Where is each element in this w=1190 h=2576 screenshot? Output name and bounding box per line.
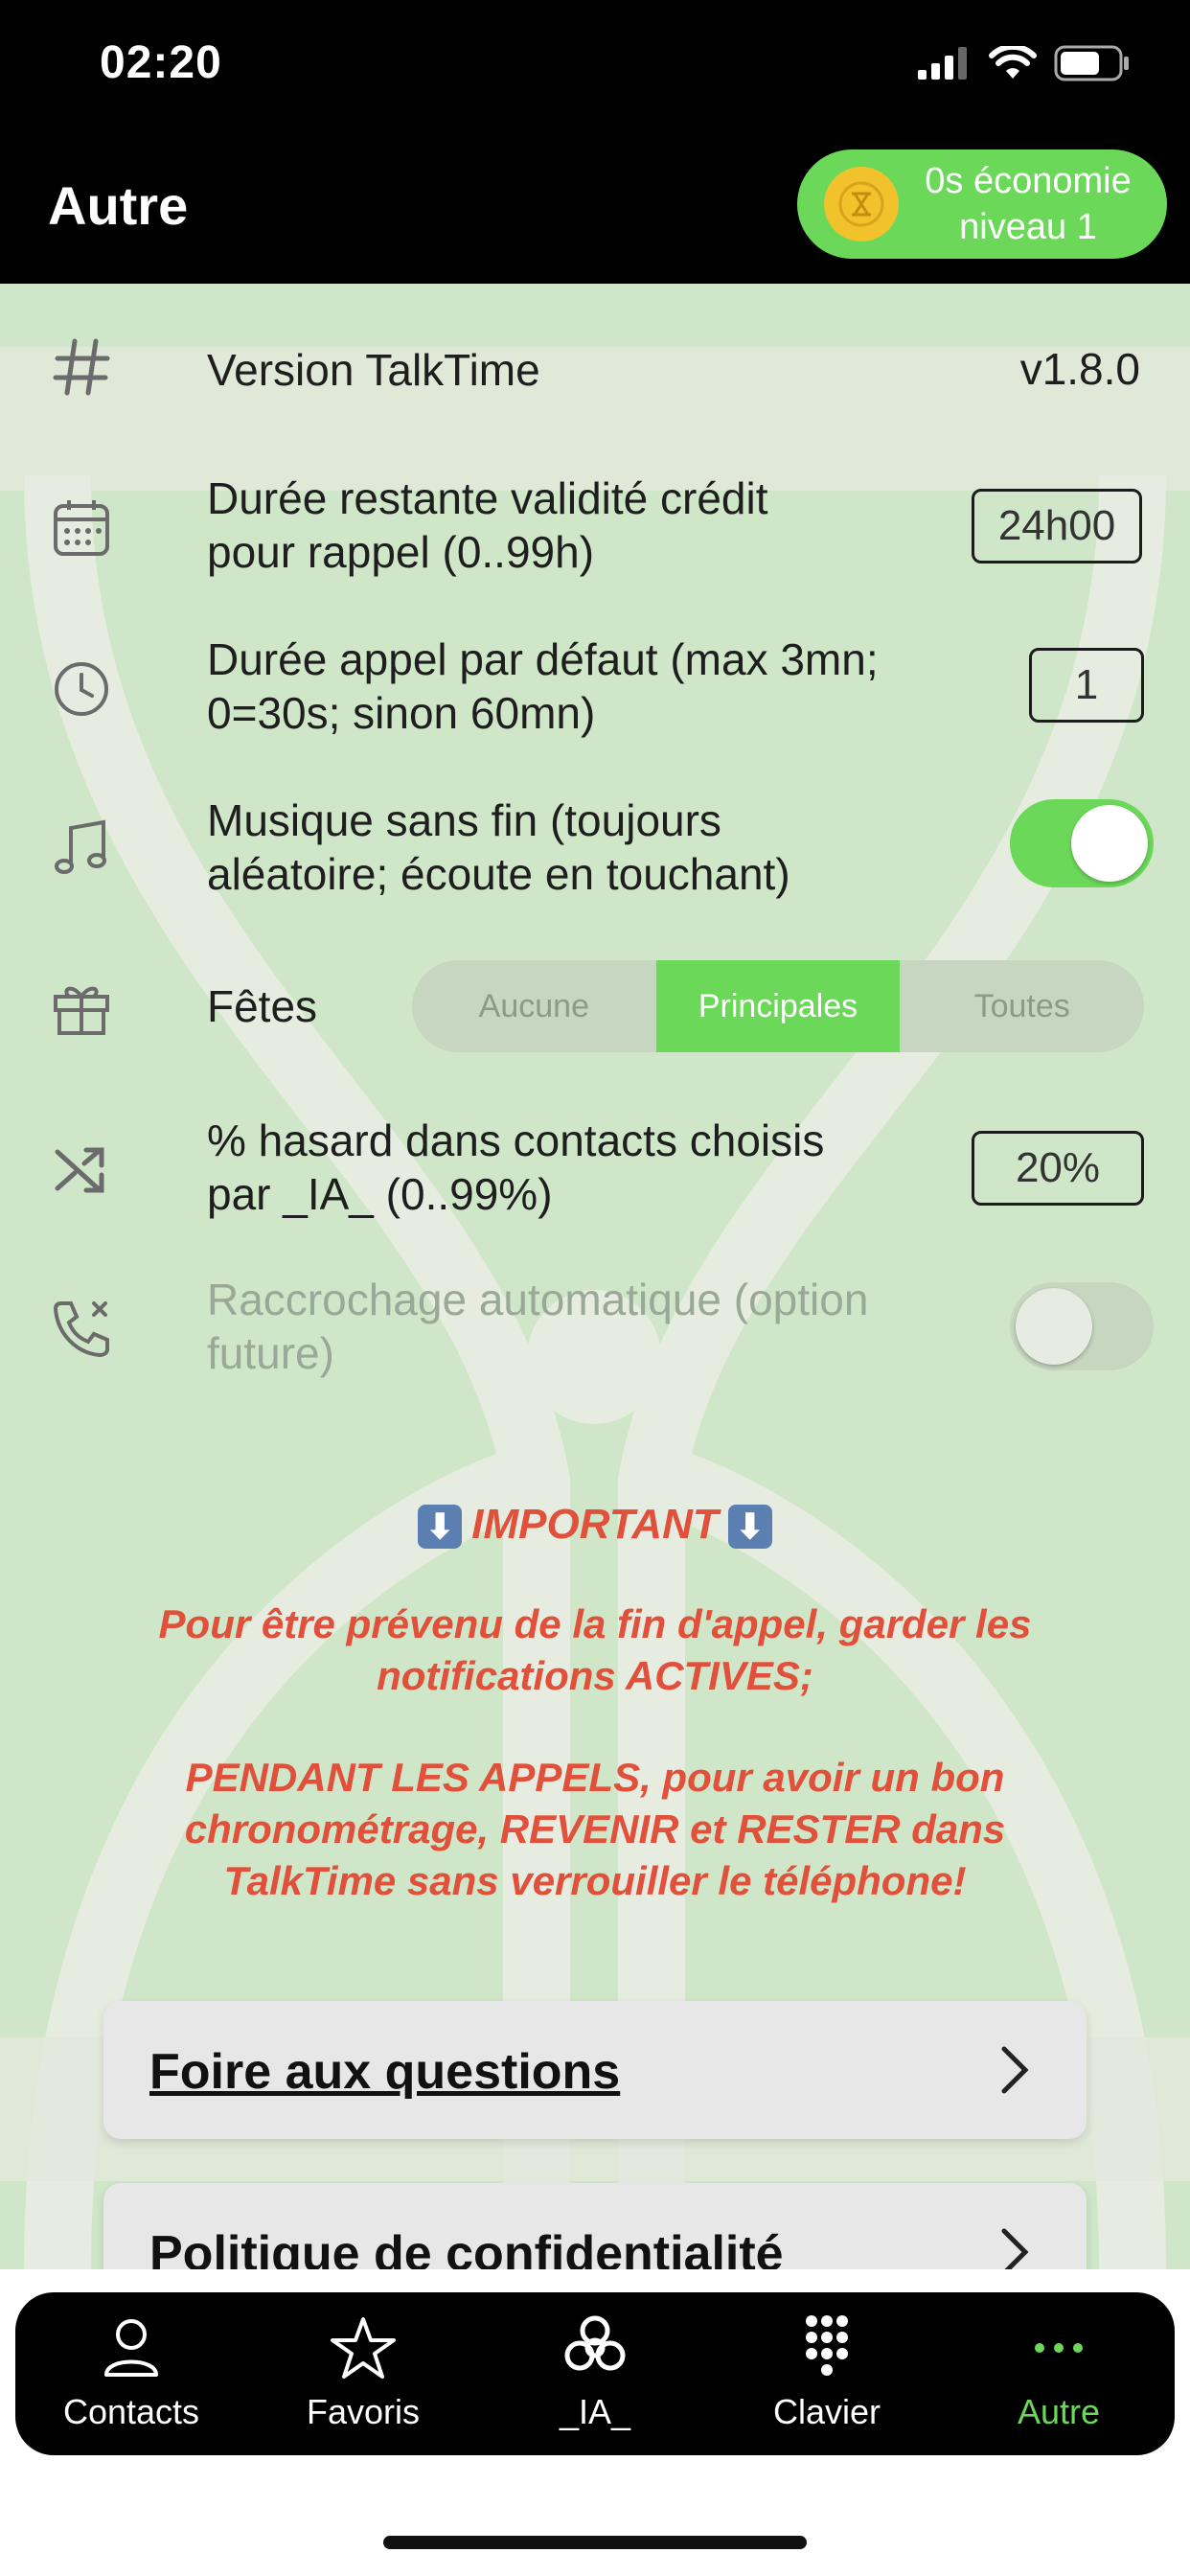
tab-keypad[interactable]: Clavier [711, 2292, 943, 2455]
holidays-option-all[interactable]: Toutes [900, 960, 1144, 1052]
status-time: 02:20 [100, 37, 222, 88]
keypad-icon [806, 2315, 848, 2376]
tab-more[interactable]: Autre [943, 2292, 1175, 2455]
tab-favorites[interactable]: Favoris [247, 2292, 479, 2455]
music-label: Musique sans fin (toujours aléatoire; éc… [207, 794, 790, 901]
setting-call-duration: Durée appel par défaut (max 3mn; 0=30s; … [0, 627, 1190, 751]
tab-label: Clavier [772, 2392, 881, 2431]
version-value: v1.8.0 [1019, 344, 1140, 394]
important-title-text: IMPORTANT [471, 1501, 719, 1548]
economy-text: 0s économie niveau 1 [899, 158, 1167, 250]
page-title: Autre [48, 175, 189, 236]
phone-x-icon [53, 1301, 109, 1358]
setting-holidays: Fêtes Aucune Principales Toutes [0, 960, 1190, 1052]
coin-icon [824, 167, 899, 242]
header: Autre 0s économie niveau 1 [0, 134, 1190, 284]
economy-line1: 0s économie [925, 161, 1132, 201]
credit-label-line2: pour rappel (0..99h) [207, 527, 595, 577]
music-note-icon [55, 819, 106, 874]
settings-content[interactable]: Version TalkTime v1.8.0 Durée restante v… [0, 284, 1190, 2269]
important-p1-line1: Pour être prévenu de la fin d'appel, gar… [158, 1601, 1032, 1647]
privacy-link[interactable]: Politique de confidentialité [103, 2183, 1087, 2269]
setting-random: % hasard dans contacts choisis par _IA_ … [0, 1106, 1190, 1230]
more-icon [1035, 2343, 1083, 2353]
tab-label: Autre [1017, 2392, 1101, 2431]
important-p2-line3: TalkTime sans verrouiller le téléphone! [223, 1858, 967, 1904]
credit-label: Durée restante validité crédit pour rapp… [207, 472, 768, 579]
tab-contacts[interactable]: Contacts [15, 2292, 247, 2455]
tab-label: Favoris [306, 2392, 421, 2431]
holidays-option-main[interactable]: Principales [655, 960, 901, 1052]
holidays-segmented-control[interactable]: Aucune Principales Toutes [412, 960, 1144, 1052]
toggle-knob [1071, 805, 1148, 882]
gift-icon [54, 986, 109, 1035]
signal-icon [918, 47, 967, 80]
important-notice: ⬇ IMPORTANT ⬇ Pour être prévenu de la fin … [86, 1501, 1104, 1907]
random-percent-input[interactable]: 20% [972, 1131, 1144, 1206]
setting-version: Version TalkTime v1.8.0 [0, 322, 1190, 418]
calendar-icon [54, 500, 109, 556]
credit-hours-input[interactable]: 24h00 [972, 489, 1142, 564]
auto-hangup-line2: future) [207, 1328, 334, 1378]
important-paragraph-2: PENDANT LES APPELS, pour avoir un bon ch… [86, 1752, 1104, 1907]
important-p2-line2: chronométrage, REVENIR et RESTER dans [184, 1806, 1006, 1852]
person-icon [104, 2319, 158, 2377]
important-paragraph-1: Pour être prévenu de la fin d'appel, gar… [86, 1598, 1104, 1702]
version-label: Version TalkTime [207, 345, 540, 395]
star-icon [331, 2317, 396, 2379]
call-duration-input[interactable]: 1 [1029, 648, 1144, 723]
status-icons [918, 44, 1131, 82]
call-duration-line1: Durée appel par défaut (max 3mn; [207, 634, 879, 684]
important-title: ⬇ IMPORTANT ⬇ [86, 1501, 1104, 1550]
holidays-label: Fêtes [207, 981, 318, 1031]
ai-knot-icon [564, 2315, 626, 2371]
hash-icon [53, 338, 110, 396]
tab-label: _IA_ [559, 2392, 631, 2431]
chevron-right-icon [1001, 2046, 1029, 2094]
setting-credit-validity: Durée restante validité crédit pour rapp… [0, 466, 1190, 590]
random-label: % hasard dans contacts choisis par _IA_ … [207, 1114, 824, 1221]
battery-icon [1054, 45, 1129, 81]
home-indicator[interactable] [383, 2536, 807, 2549]
auto-hangup-toggle[interactable] [1010, 1282, 1154, 1370]
tab-ia[interactable]: _IA_ [479, 2292, 711, 2455]
faq-link[interactable]: Foire aux questions [103, 2001, 1087, 2139]
call-duration-line2: 0=30s; sinon 60mn) [207, 688, 596, 738]
privacy-label: Politique de confidentialité [149, 2226, 784, 2269]
setting-music: Musique sans fin (toujours aléatoire; éc… [0, 786, 1190, 910]
clock-icon [55, 662, 108, 716]
music-label-line1: Musique sans fin (toujours [207, 795, 721, 845]
status-bar: 02:20 [0, 0, 1190, 134]
auto-hangup-label: Raccrochage automatique (option future) [207, 1273, 868, 1380]
music-label-line2: aléatoire; écoute en touchant) [207, 849, 790, 899]
holidays-option-none[interactable]: Aucune [412, 960, 656, 1052]
random-label-line1: % hasard dans contacts choisis [207, 1116, 825, 1165]
down-arrow-icon: ⬇ [418, 1505, 463, 1550]
chevron-right-icon [1001, 2228, 1029, 2269]
toggle-knob [1016, 1288, 1092, 1365]
economy-line2: niveau 1 [959, 207, 1097, 247]
wifi-icon [989, 46, 1037, 79]
random-label-line2: par _IA_ (0..99%) [207, 1169, 553, 1219]
credit-label-line1: Durée restante validité crédit [207, 473, 768, 523]
auto-hangup-line1: Raccrochage automatique (option [207, 1275, 869, 1324]
faq-label: Foire aux questions [149, 2044, 621, 2100]
important-p2-line1: PENDANT LES APPELS, pour avoir un bon [185, 1755, 1005, 1801]
shuffle-icon [55, 1147, 104, 1193]
important-p1-line2: notifications ACTIVES; [377, 1653, 813, 1699]
down-arrow-icon: ⬇ [727, 1505, 772, 1550]
economy-badge[interactable]: 0s économie niveau 1 [797, 150, 1167, 259]
setting-auto-hangup: Raccrochage automatique (option future) [0, 1265, 1190, 1390]
music-toggle[interactable] [1010, 799, 1154, 887]
call-duration-label: Durée appel par défaut (max 3mn; 0=30s; … [207, 632, 879, 740]
tab-bar: Contacts Favoris _IA_ Clavier Autre [15, 2292, 1175, 2455]
tab-label: Contacts [62, 2392, 200, 2431]
